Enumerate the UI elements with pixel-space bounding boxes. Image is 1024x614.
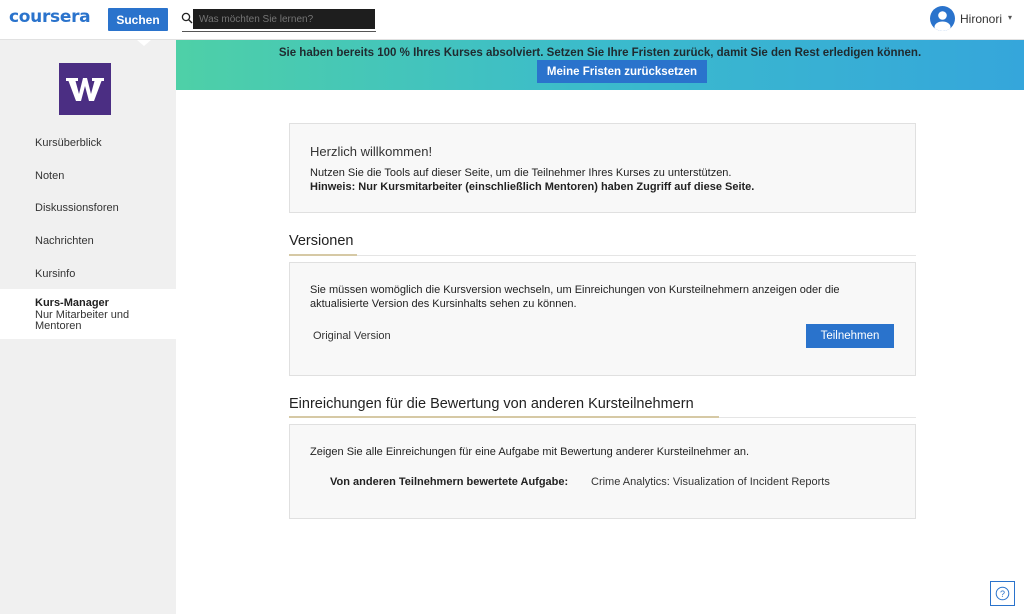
sidebar-item-overview[interactable]: Kursüberblick — [35, 137, 102, 149]
versions-card: Sie müssen womöglich die Kursversion wec… — [289, 262, 916, 376]
university-logo[interactable] — [59, 63, 111, 115]
search-icon — [181, 12, 193, 24]
search-button[interactable]: Suchen — [108, 8, 168, 31]
welcome-title: Herzlich willkommen! — [310, 144, 433, 159]
search-input[interactable] — [193, 9, 375, 29]
deadline-banner: Sie haben bereits 100 % Ihres Kurses abs… — [176, 40, 1024, 90]
versions-underline — [289, 254, 357, 256]
submissions-heading: Einreichungen für die Bewertung von ande… — [289, 396, 694, 412]
help-button[interactable]: ? — [990, 581, 1015, 606]
submissions-description: Zeigen Sie alle Einreichungen für eine A… — [310, 446, 750, 458]
top-bar: coursera Suchen Hironori ▾ — [0, 0, 1024, 40]
reset-deadlines-button[interactable]: Meine Fristen zurücksetzen — [537, 60, 707, 83]
coursera-logo[interactable]: coursera — [9, 7, 91, 27]
svg-text:?: ? — [1000, 589, 1005, 599]
help-icon: ? — [995, 586, 1010, 601]
username[interactable]: Hironori — [960, 12, 1002, 26]
sidebar-item-grades[interactable]: Noten — [35, 170, 64, 182]
versions-description: Sie müssen womöglich die Kursversion wec… — [310, 284, 840, 310]
submissions-underline — [289, 416, 719, 418]
user-icon — [934, 11, 951, 31]
versions-rule — [289, 255, 916, 256]
submissions-card: Zeigen Sie alle Einreichungen für eine A… — [289, 424, 916, 519]
search-underline — [182, 31, 376, 32]
w-logo-icon — [66, 78, 104, 101]
sidebar-item-messages[interactable]: Nachrichten — [35, 235, 94, 247]
welcome-card: Herzlich willkommen! Nutzen Sie die Tool… — [289, 123, 916, 213]
sidebar-active-subtitle: Nur Mitarbeiter und Mentoren — [35, 309, 130, 332]
welcome-note: Hinweis: Nur Kursmitarbeiter (einschließ… — [310, 181, 755, 193]
version-name: Original Version — [313, 330, 391, 342]
sidebar-item-forums[interactable]: Diskussionsforen — [35, 202, 119, 214]
chevron-down-icon[interactable]: ▾ — [1008, 13, 1012, 22]
sidebar-item-course-info[interactable]: Kursinfo — [35, 268, 75, 280]
versions-heading: Versionen — [289, 233, 354, 249]
welcome-text: Nutzen Sie die Tools auf dieser Seite, u… — [310, 167, 732, 179]
assignment-link[interactable]: Crime Analytics: Visualization of Incide… — [591, 476, 830, 488]
avatar[interactable] — [930, 6, 955, 31]
assignment-label: Von anderen Teilnehmern bewertete Aufgab… — [330, 476, 569, 488]
join-button[interactable]: Teilnehmen — [806, 324, 894, 348]
banner-message: Sie haben bereits 100 % Ihres Kurses abs… — [278, 47, 922, 59]
sidebar-notch — [137, 40, 151, 46]
sidebar-active-title: Kurs-Manager — [35, 297, 109, 309]
